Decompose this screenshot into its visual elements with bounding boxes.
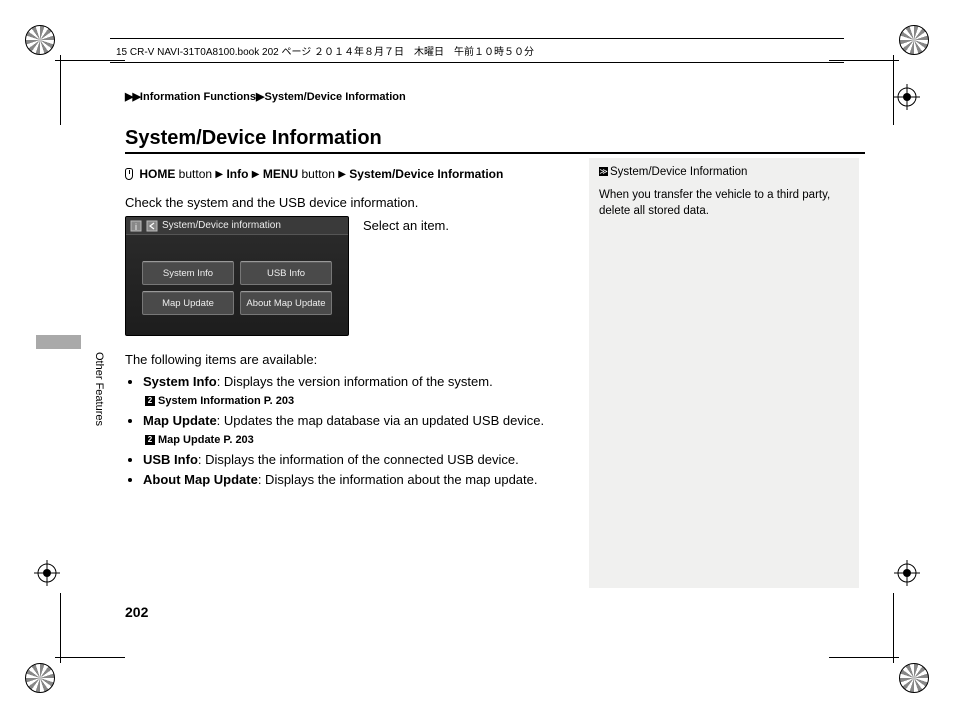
item-desc: : Displays the information about the map… (258, 472, 538, 487)
item-desc: : Displays the version information of th… (217, 374, 493, 389)
nav-home-bold: HOME (139, 167, 175, 181)
note-title-text: System/Device Information (610, 166, 747, 178)
nav-dest: System/Device Information (349, 167, 503, 181)
xref-title: Map Update (158, 434, 220, 446)
list-item: Map Update: Updates the map database via… (143, 412, 565, 449)
select-icon (125, 168, 133, 180)
device-screenshot-header: i System/Device information (126, 217, 348, 235)
item-name: Map Update (143, 413, 217, 428)
device-button-about-map-update: About Map Update (240, 291, 332, 315)
section-tab (36, 335, 81, 349)
navigation-path: HOME button ▶ Info ▶ MENU button ▶ Syste… (125, 166, 565, 181)
side-column: ≫System/Device Information When you tran… (589, 158, 859, 588)
list-item: USB Info: Displays the information of th… (143, 451, 565, 470)
page-number: 202 (125, 604, 148, 620)
register-cross-icon (34, 560, 60, 586)
svg-text:i: i (135, 222, 137, 232)
list-item: About Map Update: Displays the informati… (143, 471, 565, 490)
breadcrumb-part-1: Information Functions (140, 91, 256, 103)
nav-menu-rest: button (298, 167, 335, 181)
device-button-usb-info: USB Info (240, 261, 332, 285)
item-name: System Info (143, 374, 217, 389)
register-cross-icon (894, 84, 920, 110)
item-name: About Map Update (143, 472, 258, 487)
following-text: The following items are available: (125, 352, 565, 367)
chevron-right-icon: ▶ (338, 169, 346, 180)
breadcrumb-arrows: ▶▶ (125, 91, 140, 103)
note-title: ≫System/Device Information (599, 164, 849, 181)
xref-icon: 2 (145, 396, 155, 406)
section-side-label: Other Features (93, 352, 105, 426)
info-icon: i (130, 220, 142, 232)
item-name: USB Info (143, 452, 198, 467)
cross-reference: 2Map Update P. 203 (145, 433, 565, 449)
xref-page: P. 203 (264, 395, 294, 407)
item-desc: : Updates the map database via an update… (217, 413, 544, 428)
item-list: System Info: Displays the version inform… (125, 373, 565, 490)
breadcrumb-sep: ▶ (256, 91, 264, 103)
xref-title: System Information (158, 395, 261, 407)
screenshot-row: i System/Device information System Info … (125, 216, 565, 336)
cross-reference: 2System Information P. 203 (145, 394, 565, 410)
note-block: ≫System/Device Information When you tran… (589, 158, 859, 588)
device-button-map-update: Map Update (142, 291, 234, 315)
page-title: System/Device Information (125, 127, 865, 154)
xref-icon: 2 (145, 435, 155, 445)
note-body: When you transfer the vehicle to a third… (599, 187, 849, 220)
nav-home-rest: button (175, 167, 212, 181)
nav-info: Info (226, 167, 248, 181)
chevron-right-icon: ▶ (252, 169, 260, 180)
page-body: ▶▶Information Functions▶System/Device In… (125, 90, 865, 588)
intro-text: Check the system and the USB device info… (125, 195, 565, 210)
select-item-text: Select an item. (363, 216, 449, 233)
crop-mark-bottom-right (849, 613, 929, 693)
device-screenshot-title: System/Device information (162, 220, 281, 231)
xref-page: P. 203 (223, 434, 253, 446)
breadcrumb-part-2: System/Device Information (265, 91, 406, 103)
main-column: HOME button ▶ Info ▶ MENU button ▶ Syste… (125, 158, 565, 492)
nav-menu-bold: MENU (263, 167, 298, 181)
note-icon: ≫ (599, 167, 608, 176)
device-screenshot: i System/Device information System Info … (125, 216, 349, 336)
chevron-right-icon: ▶ (215, 169, 223, 180)
register-cross-icon (894, 560, 920, 586)
back-icon (146, 220, 158, 232)
crop-mark-top-left (25, 25, 105, 105)
item-desc: : Displays the information of the connec… (198, 452, 519, 467)
crop-mark-bottom-left (25, 613, 105, 693)
list-item: System Info: Displays the version inform… (143, 373, 565, 410)
prepress-meta-line: 15 CR-V NAVI-31T0A8100.book 202 ページ ２０１４… (110, 38, 844, 63)
breadcrumb: ▶▶Information Functions▶System/Device In… (125, 90, 865, 103)
device-button-system-info: System Info (142, 261, 234, 285)
